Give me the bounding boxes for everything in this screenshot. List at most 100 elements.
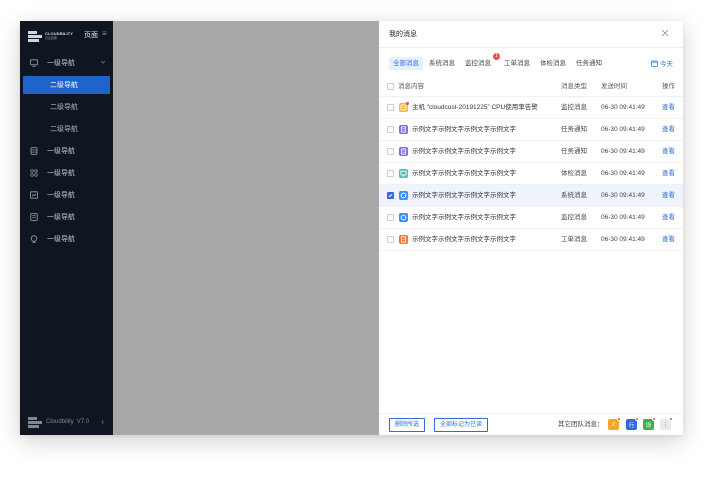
doc-icon: [399, 147, 408, 156]
monitor-icon: [30, 59, 38, 67]
team-initial: Z: [611, 421, 616, 428]
team-avatar-3[interactable]: 设: [643, 417, 656, 430]
sidebar-item-4[interactable]: 一级导航: [20, 184, 113, 206]
view-link[interactable]: 查看: [662, 229, 675, 251]
team-avatar-1[interactable]: Z: [608, 417, 621, 430]
sidebar-subitem-label: 二级导航: [50, 104, 78, 111]
unread-dot: [635, 417, 639, 421]
table-header: 消息内容 消息类型 发送时间 操作: [379, 77, 683, 97]
row-checkbox[interactable]: [387, 104, 394, 111]
cloudbility-logo-icon: [28, 416, 42, 428]
view-link[interactable]: 查看: [662, 119, 675, 141]
team-initial: 设: [645, 422, 652, 429]
table-row[interactable]: 示例文字示例文字示例文字示例文字 任务通知 06-30 09:41:49 查看: [379, 119, 683, 141]
message-content[interactable]: 示例文字示例文字示例文字示例文字: [412, 185, 516, 207]
message-content[interactable]: 示例文字示例文字示例文字示例文字: [412, 141, 516, 163]
message-content[interactable]: 示例文字示例文字示例文字示例文字: [412, 207, 516, 229]
screen-icon: [399, 169, 408, 178]
other-teams-label: 其它团队消息：: [558, 421, 604, 428]
globe-icon: [30, 235, 38, 243]
row-checkbox[interactable]: [387, 192, 394, 199]
tab-checkup[interactable]: 体检消息: [536, 57, 570, 70]
more-teams-button[interactable]: ⋮: [660, 417, 673, 430]
sidebar-item-label: 一级导航: [47, 170, 75, 177]
unread-dot: [652, 417, 656, 421]
today-label: 今天: [660, 61, 673, 68]
date-filter[interactable]: 今天: [651, 58, 673, 68]
overlay-backdrop[interactable]: [113, 21, 379, 435]
message-table: 消息内容 消息类型 发送时间 操作 主机 “cloudcost-20191225…: [379, 77, 683, 251]
sidebar-subitem-2[interactable]: 二级导航: [20, 96, 113, 118]
sidebar-subitem-1[interactable]: 二级导航: [23, 76, 110, 94]
chevron-down-icon: [100, 60, 106, 64]
tab-system[interactable]: 系统消息: [425, 57, 459, 70]
row-checkbox[interactable]: [387, 126, 394, 133]
header-type: 消息类型: [561, 83, 587, 90]
tab-all[interactable]: 全部消息: [389, 56, 423, 70]
message-content[interactable]: 示例文字示例文字示例文字示例文字: [412, 229, 516, 251]
tab-task[interactable]: 任务通知: [572, 57, 606, 70]
sidebar: CLOUDBILITY 行云管家 页面 ≡ 一级导航 二级导航 二级导航 二级导…: [20, 21, 113, 435]
drawer-title: 我的消息: [389, 31, 417, 38]
view-link[interactable]: 查看: [662, 207, 675, 229]
sidebar-subitem-label: 二级导航: [50, 82, 78, 89]
message-drawer: 我的消息 全部消息 系统消息 监控消息 1 工单消息 体检消息 任务通知 今天 消…: [379, 21, 683, 435]
message-type: 系统消息: [561, 192, 587, 199]
header-content: 消息内容: [398, 83, 424, 90]
menu-icon[interactable]: ≡: [102, 30, 107, 38]
table-row[interactable]: 示例文字示例文字示例文字示例文字 监控消息 06-30 09:41:49 查看: [379, 207, 683, 229]
database-icon: [30, 147, 38, 155]
close-icon[interactable]: [661, 29, 671, 39]
apps-icon: [30, 169, 38, 177]
table-row[interactable]: 示例文字示例文字示例文字示例文字 体检消息 06-30 09:41:49 查看: [379, 163, 683, 185]
sidebar-item-label: 一级导航: [47, 60, 75, 67]
tab-label: 监控消息: [465, 59, 491, 67]
footer-brand: Cloudbility: [46, 419, 74, 425]
sidebar-item-3[interactable]: 一级导航: [20, 162, 113, 184]
collapse-sidebar-icon[interactable]: ‹: [101, 417, 104, 426]
app-window: CLOUDBILITY 行云管家 页面 ≡ 一级导航 二级导航 二级导航 二级导…: [20, 21, 683, 435]
list-icon: [30, 213, 38, 221]
sidebar-item-5[interactable]: 一级导航: [20, 206, 113, 228]
message-time: 06-30 09:41:49: [601, 214, 645, 221]
page-label: 页面: [84, 32, 98, 39]
unread-dot: [617, 417, 621, 421]
header-op: 操作: [662, 83, 675, 90]
message-type: 任务通知: [561, 148, 587, 155]
team-avatar-2[interactable]: 行: [626, 417, 639, 430]
unread-badge: 1: [493, 52, 500, 60]
view-link[interactable]: 查看: [662, 97, 675, 119]
sidebar-item-1[interactable]: 一级导航: [20, 52, 113, 74]
bell-icon: [399, 213, 408, 222]
bell-icon: [399, 191, 408, 200]
message-type: 任务通知: [561, 126, 587, 133]
delete-selected-button[interactable]: 删除所选: [389, 418, 426, 432]
message-content[interactable]: 主机 “cloudcost-20191225” CPU使用率告警: [412, 97, 538, 119]
sidebar-subitem-3[interactable]: 二级导航: [20, 118, 113, 140]
message-content[interactable]: 示例文字示例文字示例文字示例文字: [412, 119, 516, 141]
drawer-header: 我的消息: [379, 21, 683, 48]
table-row[interactable]: 示例文字示例文字示例文字示例文字 系统消息 06-30 09:41:49 查看: [379, 185, 683, 207]
row-checkbox[interactable]: [387, 236, 394, 243]
tab-monitor[interactable]: 监控消息 1: [461, 52, 500, 70]
message-content[interactable]: 示例文字示例文字示例文字示例文字: [412, 163, 516, 185]
tab-ticket[interactable]: 工单消息: [500, 57, 534, 70]
mark-all-read-button[interactable]: 全部标记为已读: [434, 418, 489, 432]
row-checkbox[interactable]: [387, 148, 394, 155]
row-checkbox[interactable]: [387, 214, 394, 221]
sidebar-nav: 一级导航 二级导航 二级导航 二级导航 一级导航 一级导航 一级导航 一级导航 …: [20, 52, 113, 250]
sidebar-item-label: 一级导航: [47, 148, 75, 155]
message-time: 06-30 09:41:49: [601, 126, 645, 133]
view-link[interactable]: 查看: [662, 163, 675, 185]
sidebar-footer: Cloudbility V7.0 ‹: [28, 416, 108, 428]
view-link[interactable]: 查看: [662, 185, 675, 207]
alert-icon: [399, 102, 409, 112]
row-checkbox[interactable]: [387, 170, 394, 177]
select-all-checkbox[interactable]: [387, 83, 394, 90]
view-link[interactable]: 查看: [662, 141, 675, 163]
sidebar-item-2[interactable]: 一级导航: [20, 140, 113, 162]
table-row[interactable]: 示例文字示例文字示例文字示例文字 工单消息 06-30 09:41:49 查看: [379, 229, 683, 251]
table-row[interactable]: 主机 “cloudcost-20191225” CPU使用率告警 监控消息 06-3…: [379, 97, 683, 119]
table-row[interactable]: 示例文字示例文字示例文字示例文字 任务通知 06-30 09:41:49 查看: [379, 141, 683, 163]
sidebar-item-6[interactable]: 一级导航: [20, 228, 113, 250]
